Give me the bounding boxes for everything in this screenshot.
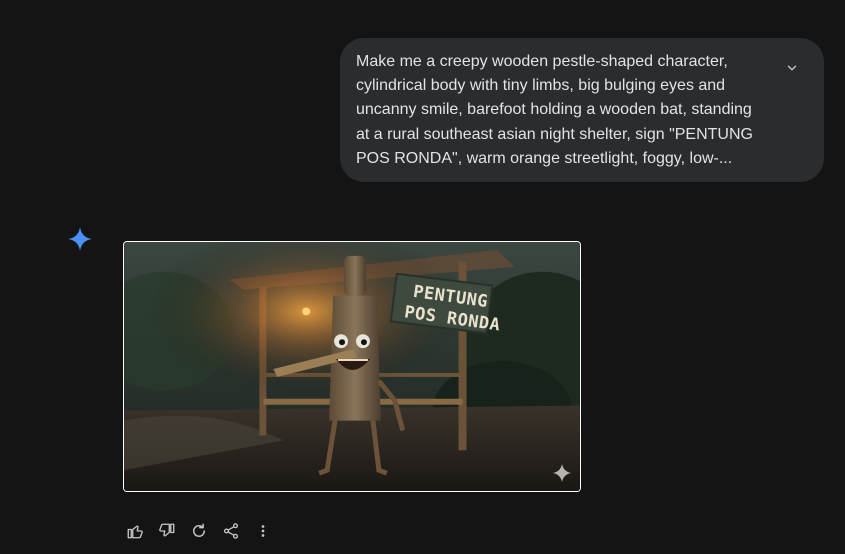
regenerate-button[interactable] [187,519,211,543]
generated-image[interactable]: PENTUNG POS RONDA [123,241,581,492]
sparkle-icon [553,464,571,482]
more-options-button[interactable] [251,519,275,543]
thumbs-down-icon [159,523,175,537]
thumbs-up-button[interactable] [123,519,147,543]
thumbs-down-button[interactable] [155,519,179,543]
share-button[interactable] [219,519,243,543]
user-prompt-text: Make me a creepy wooden pestle-shaped ch… [356,53,753,167]
response-actions [123,519,275,543]
expand-prompt-button[interactable] [780,56,804,80]
regenerate-icon [193,523,205,537]
more-vert-icon [261,525,265,537]
gemini-sparkle-icon [68,227,92,251]
chevron-down-icon [787,65,797,71]
thumbs-up-icon [127,525,143,539]
user-prompt-bubble: Make me a creepy wooden pestle-shaped ch… [340,38,824,182]
generated-image-illustration [124,242,580,491]
share-icon [223,523,239,539]
